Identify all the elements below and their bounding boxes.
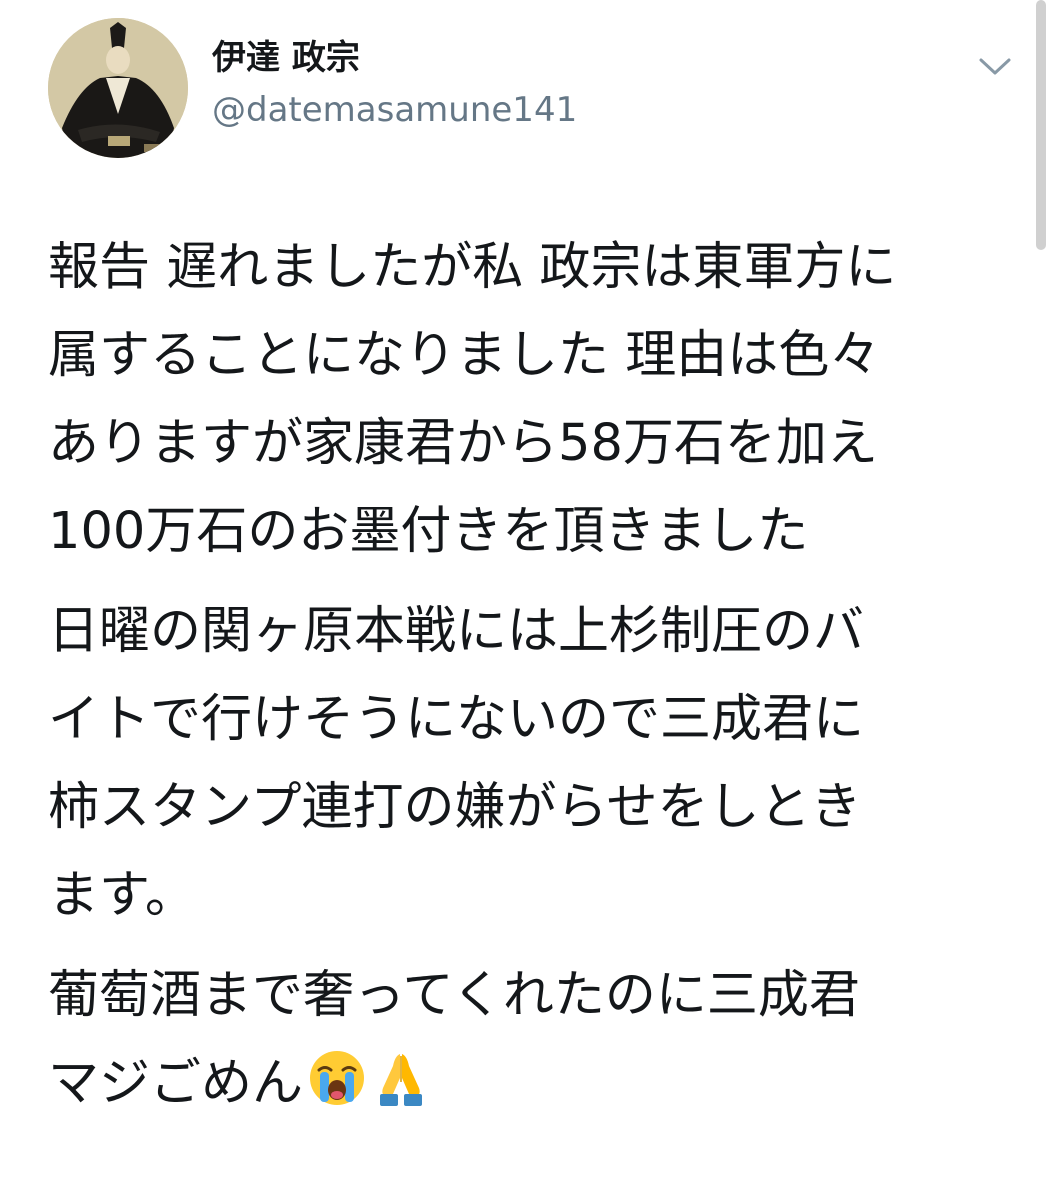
tweet-paragraph: 葡萄酒まで奢ってくれたのに三成君 マジごめん — [48, 952, 1008, 1128]
text-line: 100万石のお墨付きを頂きました — [48, 502, 809, 561]
tweet-menu-button[interactable] — [972, 50, 1018, 84]
avatar[interactable] — [48, 18, 188, 158]
text-line: マジごめん — [48, 1040, 1008, 1128]
tweet-paragraph: 日曜の関ヶ原本戦には上杉制圧のバ イトで行けそうにないので三成君に 柿スタンプ連… — [48, 588, 1008, 940]
tweet: 伊達 政宗 @datemasamune141 報告 遅れましたが私 政宗は東軍方… — [0, 0, 1052, 1200]
display-name[interactable]: 伊達 政宗 — [212, 36, 360, 80]
text-line: イトで行けそうにないので三成君に — [48, 690, 865, 749]
scrollbar[interactable] — [1036, 0, 1046, 250]
user-handle[interactable]: @datemasamune141 — [212, 88, 577, 132]
text-line: 報告 遅れましたが私 政宗は東軍方に — [48, 238, 897, 297]
samurai-portrait-avatar — [48, 18, 188, 158]
chevron-down-icon — [979, 58, 1011, 75]
text-line: ありますが家康君から58万石を加え — [48, 414, 878, 473]
text-line: 葡萄酒まで奢ってくれたのに三成君 — [48, 966, 860, 1025]
text-fragment: マジごめん — [48, 1054, 304, 1113]
loudly-crying-face-emoji — [310, 1051, 365, 1105]
folded-hands-emoji — [380, 1054, 423, 1106]
text-line: 属することになりました 理由は色々 — [48, 326, 881, 385]
tweet-paragraph: 報告 遅れましたが私 政宗は東軍方に 属することになりました 理由は色々 ありま… — [48, 224, 1008, 576]
text-line: 柿スタンプ連打の嫌がらせをしとき — [48, 778, 862, 837]
text-line: 日曜の関ヶ原本戦には上杉制圧のバ — [48, 602, 865, 661]
tweet-text: 報告 遅れましたが私 政宗は東軍方に 属することになりました 理由は色々 ありま… — [48, 224, 1008, 1140]
text-line: ます。 — [48, 866, 196, 925]
